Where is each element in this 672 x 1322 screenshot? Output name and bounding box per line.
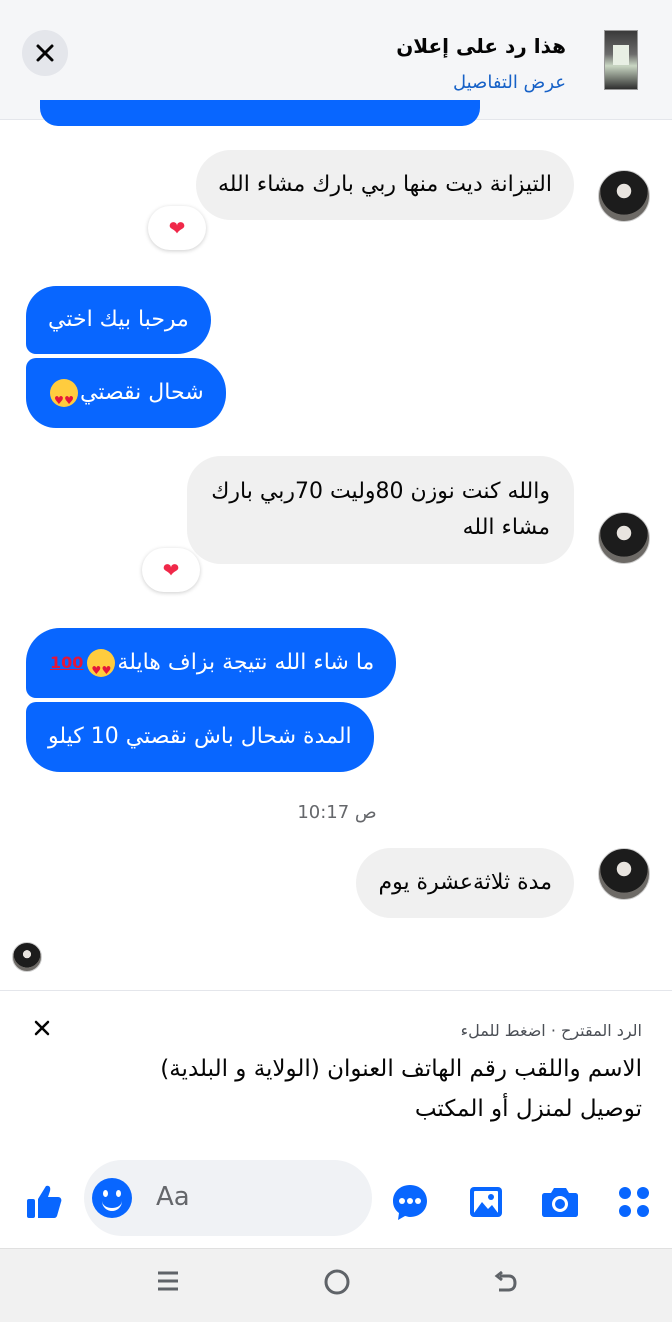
message-input[interactable]: Aa	[84, 1160, 372, 1236]
suggested-reply-line2: توصيل لمنزل أو المكتب	[414, 1096, 642, 1122]
message-text-line2: مشاء الله	[462, 515, 550, 540]
close-icon	[36, 44, 54, 62]
outgoing-message-bubble[interactable]: شحال نقصتي	[26, 358, 226, 428]
ad-reply-title: هذا رد على إعلان	[396, 34, 566, 58]
heart-eyes-emoji-icon	[87, 649, 116, 689]
heart-eyes-emoji-icon	[50, 379, 78, 419]
seen-receipt-avatar	[12, 942, 42, 972]
message-text: مرحبا بيك اختي	[48, 307, 189, 332]
heart-icon: ❤	[168, 216, 186, 240]
contact-avatar[interactable]	[598, 512, 650, 564]
outgoing-message-bubble[interactable]: ما شاء الله نتيجة بزاف هايلة 100	[26, 628, 397, 698]
home-button[interactable]	[322, 1267, 352, 1305]
message-text: المدة شحال باش نقصتي 10 كيلو	[48, 724, 352, 749]
camera-button[interactable]	[536, 1178, 584, 1226]
contact-avatar[interactable]	[598, 848, 650, 900]
close-button[interactable]	[22, 30, 68, 76]
system-navigation-bar	[0, 1248, 672, 1322]
incoming-message-bubble[interactable]: مدة ثلاثةعشرة يوم	[356, 848, 574, 918]
suggested-reply-label: الرد المقترح · اضغط للملء	[460, 1021, 642, 1040]
grid-dots-icon	[619, 1187, 649, 1217]
message-text: التيزانة ديت منها ربي بارك مشاء الله	[217, 172, 552, 197]
recent-apps-button[interactable]	[154, 1267, 182, 1303]
thumbs-up-icon	[27, 1185, 62, 1218]
chat-bubble-icon	[393, 1185, 427, 1220]
back-button[interactable]	[490, 1267, 520, 1305]
menu-lines-icon	[158, 1271, 178, 1291]
message-input-placeholder: Aa	[156, 1182, 190, 1212]
heart-icon: ❤	[162, 558, 180, 582]
camera-icon	[542, 1188, 578, 1217]
emoji-icon[interactable]	[92, 1178, 132, 1218]
view-details-link[interactable]: عرض التفاصيل	[453, 72, 566, 93]
contact-avatar[interactable]	[598, 170, 650, 222]
gallery-button[interactable]	[462, 1178, 510, 1226]
chat-extensions-button[interactable]	[386, 1178, 434, 1226]
message-text: ما شاء الله نتيجة بزاف هايلة	[117, 650, 375, 675]
message-composer: Aa	[0, 1160, 672, 1246]
incoming-message-bubble[interactable]: والله كنت نوزن 80وليت 70ربي بارك مشاء ال…	[187, 456, 574, 564]
message-text: مدة ثلاثةعشرة يوم	[378, 870, 552, 895]
heart-reaction[interactable]: ❤	[142, 548, 200, 592]
message-timestamp: 10:17 ص	[297, 802, 377, 823]
message-text-line1: والله كنت نوزن 80وليت 70ربي بارك	[211, 479, 550, 504]
back-arrow-icon	[494, 1270, 517, 1292]
incoming-message-bubble[interactable]: التيزانة ديت منها ربي بارك مشاء الله	[195, 150, 574, 220]
home-circle-icon	[324, 1269, 350, 1295]
hundred-points-emoji-icon: 100	[50, 653, 84, 672]
ad-thumbnail[interactable]	[604, 30, 638, 90]
more-actions-button[interactable]	[610, 1178, 658, 1226]
dismiss-suggestion-button[interactable]	[34, 1017, 50, 1042]
suggested-reply-line1: الاسم واللقب رقم الهاتف العنوان (الولاية…	[160, 1056, 642, 1082]
image-icon	[470, 1187, 502, 1217]
like-button[interactable]	[20, 1178, 68, 1226]
suggested-reply-panel[interactable]: الرد المقترح · اضغط للملء الاسم واللقب ر…	[0, 990, 672, 1150]
suggested-reply-text[interactable]: الاسم واللقب رقم الهاتف العنوان (الولاية…	[82, 1049, 642, 1129]
message-text: شحال نقصتي	[80, 380, 204, 405]
outgoing-message-bubble[interactable]: المدة شحال باش نقصتي 10 كيلو	[26, 702, 374, 772]
outgoing-message-bubble[interactable]: مرحبا بيك اختي	[26, 286, 211, 354]
previous-message-bubble	[40, 100, 480, 126]
close-icon	[34, 1020, 50, 1036]
heart-reaction[interactable]: ❤	[148, 206, 206, 250]
